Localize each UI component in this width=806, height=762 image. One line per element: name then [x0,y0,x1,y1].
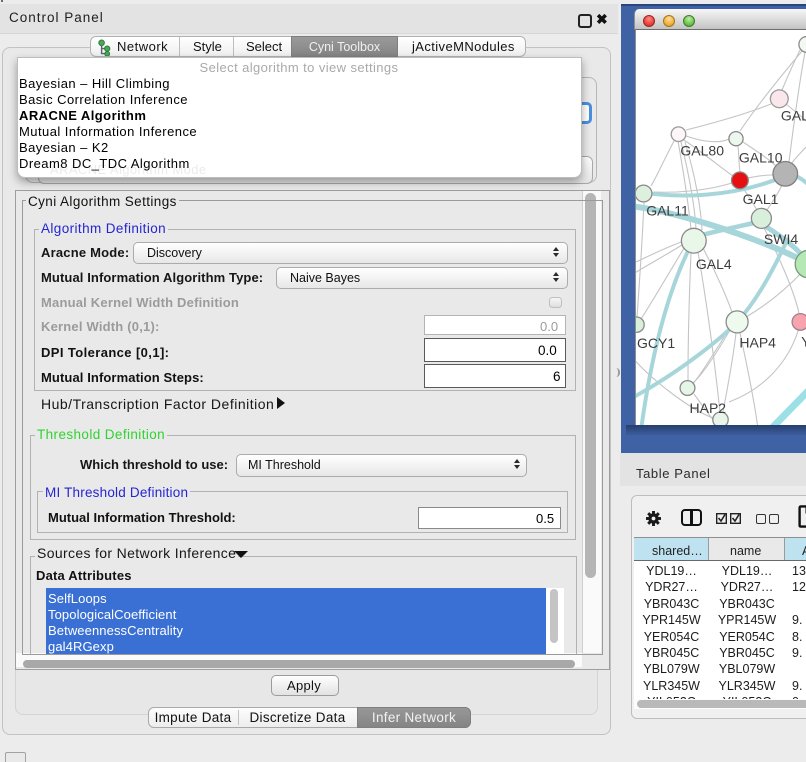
svg-text:GAL11: GAL11 [646,202,689,218]
svg-text:GCY1: GCY1 [637,335,675,351]
svg-text:GAL80: GAL80 [680,142,724,158]
svg-text:SWI4: SWI4 [764,231,798,247]
svg-text:GAL4: GAL4 [696,256,732,272]
svg-text:GAL: GAL [781,108,806,124]
svg-text:HAP4: HAP4 [739,335,776,351]
svg-text:HAP2: HAP2 [690,400,727,416]
svg-text:GAL10: GAL10 [739,150,783,166]
svg-text:GAL1: GAL1 [743,191,779,207]
svg-text:Y: Y [801,334,806,350]
